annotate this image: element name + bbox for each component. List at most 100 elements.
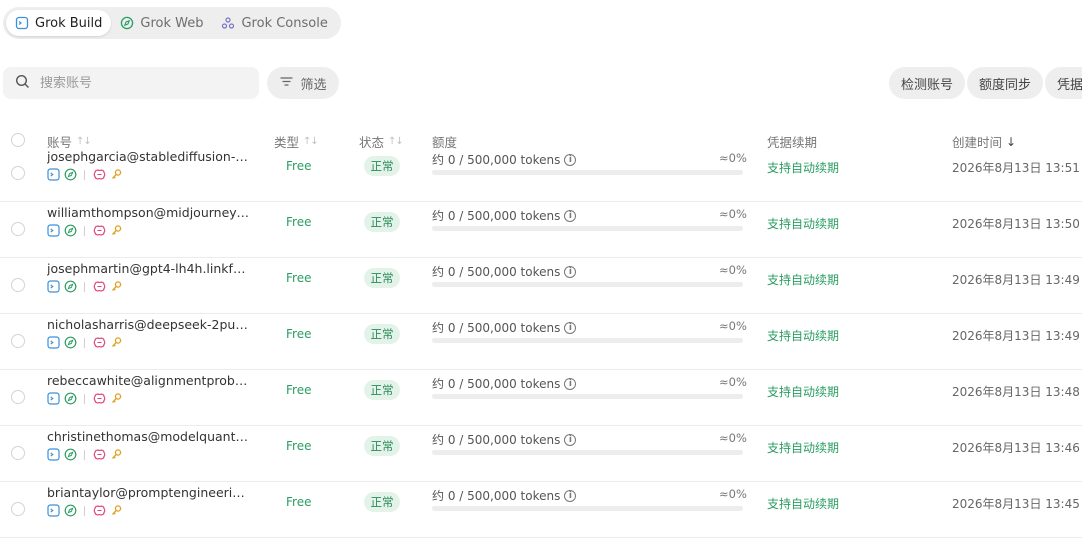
info-icon[interactable]: i: [564, 321, 577, 334]
account-type: Free: [286, 439, 312, 453]
info-icon[interactable]: i: [564, 209, 577, 222]
created-time: 2026年8月13日 13:45: [952, 497, 1080, 511]
info-icon[interactable]: i: [564, 433, 577, 446]
capability-icons: [47, 448, 123, 461]
divider: [84, 337, 85, 348]
quota-progress-bar: [432, 394, 743, 399]
quota-text-wrap: 约 0 / 500,000 tokens i: [432, 319, 577, 336]
product-tabs: Grok Build Grok Web Grok Console: [3, 7, 341, 39]
row-checkbox[interactable]: [11, 502, 25, 516]
key-icon: [110, 336, 123, 349]
quota-text: 约 0 / 500,000 tokens: [432, 153, 561, 167]
row-checkbox[interactable]: [11, 334, 25, 348]
header-status[interactable]: 状态 ↑↓: [359, 132, 404, 151]
table-row[interactable]: christinethomas@modelquantiza... Free 正常 约 …: [0, 426, 1082, 482]
created-time: 2026年8月13日 13:51: [952, 161, 1080, 175]
info-icon[interactable]: i: [564, 377, 577, 390]
table-row[interactable]: williamthompson@midjourney-e... Free 正常 约 0…: [0, 202, 1082, 258]
tab-label: Grok Build: [35, 15, 103, 31]
header-status-label: 状态: [359, 135, 385, 150]
table-row[interactable]: nicholasharris@deepseek-2pus.c... Free 正常 约…: [0, 314, 1082, 370]
header-renewal-label: 凭据续期: [767, 135, 818, 150]
quota-text: 约 0 / 500,000 tokens: [432, 265, 561, 279]
created-time: 2026年8月13日 13:48: [952, 385, 1080, 399]
header-type[interactable]: 类型 ↑↓: [274, 132, 319, 151]
key-icon: [110, 224, 123, 237]
account-email: nicholasharris@deepseek-2pus.c...: [47, 317, 249, 332]
renewal-status: 支持自动续期: [767, 441, 840, 455]
created-time: 2026年8月13日 13:46: [952, 441, 1080, 455]
created-time: 2026年8月13日 13:50: [952, 217, 1080, 231]
filter-icon: [279, 74, 294, 93]
quota-text-wrap: 约 0 / 500,000 tokens i: [432, 207, 577, 224]
search-input[interactable]: [38, 74, 242, 92]
quota-sync-button[interactable]: 额度同步: [967, 67, 1044, 99]
account-type: Free: [286, 495, 312, 509]
brain-icon: [93, 392, 106, 405]
account-type: Free: [286, 159, 312, 173]
account-type: Free: [286, 327, 312, 341]
row-checkbox[interactable]: [11, 278, 25, 292]
table-row[interactable]: josephmartin@gpt4-lh4h.linkfoai... Free 正常…: [0, 258, 1082, 314]
key-icon: [110, 392, 123, 405]
tab-grok-build[interactable]: Grok Build: [6, 10, 112, 36]
compass-icon: [64, 392, 77, 405]
info-icon[interactable]: i: [564, 265, 577, 278]
quota-percent: ≈0%: [719, 375, 747, 389]
select-all-checkbox[interactable]: [11, 133, 25, 147]
build-icon: [47, 224, 60, 237]
quota-text-wrap: 约 0 / 500,000 tokens i: [432, 487, 577, 504]
table-row[interactable]: briantaylor@promptengineering... Free 正常 约 …: [0, 482, 1082, 538]
account-email: briantaylor@promptengineering...: [47, 485, 249, 500]
tab-grok-console[interactable]: Grok Console: [212, 10, 336, 36]
quota-text-wrap: 约 0 / 500,000 tokens i: [432, 263, 577, 280]
table-row[interactable]: josephgarcia@stablediffusion-58... Free 正常…: [0, 149, 1082, 202]
divider: [84, 169, 85, 180]
tab-label: Grok Web: [140, 15, 204, 31]
tab-label: Grok Console: [241, 15, 328, 31]
compass-icon: [64, 336, 77, 349]
quota-text: 约 0 / 500,000 tokens: [432, 321, 561, 335]
tab-grok-web[interactable]: Grok Web: [111, 10, 212, 36]
build-icon: [15, 16, 29, 30]
account-type: Free: [286, 383, 312, 397]
renewal-status: 支持自动续期: [767, 329, 840, 343]
quota-percent: ≈0%: [719, 207, 747, 221]
filter-button[interactable]: 筛选: [267, 67, 339, 99]
check-accounts-button[interactable]: 检测账号: [889, 67, 966, 99]
table-row[interactable]: rebeccawhite@alignmentproble... Free 正常 约 0…: [0, 370, 1082, 426]
quota-percent: ≈0%: [719, 431, 747, 445]
row-checkbox[interactable]: [11, 390, 25, 404]
quota-text: 约 0 / 500,000 tokens: [432, 209, 561, 223]
quota-percent: ≈0%: [719, 319, 747, 333]
row-checkbox[interactable]: [11, 222, 25, 236]
filter-label: 筛选: [300, 77, 327, 93]
account-email: williamthompson@midjourney-e...: [47, 205, 249, 220]
account-email: josephmartin@gpt4-lh4h.linkfoai...: [47, 261, 249, 276]
info-icon[interactable]: i: [564, 153, 577, 166]
row-checkbox[interactable]: [11, 446, 25, 460]
quota-text-wrap: 约 0 / 500,000 tokens i: [432, 375, 577, 392]
capability-icons: [47, 392, 123, 405]
status-badge: 正常: [364, 268, 400, 288]
header-created[interactable]: 创建时间 ↓: [952, 132, 1016, 151]
status-badge: 正常: [364, 380, 400, 400]
header-type-label: 类型: [274, 135, 300, 150]
quota-progress-bar: [432, 282, 743, 287]
info-icon[interactable]: i: [564, 489, 577, 502]
status-badge: 正常: [364, 436, 400, 456]
brain-icon: [93, 168, 106, 181]
capability-icons: [47, 336, 123, 349]
compass-icon: [64, 224, 77, 237]
sort-icon: ↑↓: [303, 136, 319, 147]
console-icon: [221, 16, 235, 30]
compass-icon: [120, 16, 134, 30]
status-badge: 正常: [364, 324, 400, 344]
account-email: josephgarcia@stablediffusion-58...: [47, 149, 249, 164]
brain-icon: [93, 504, 106, 517]
account-type: Free: [286, 215, 312, 229]
credentials-button[interactable]: 凭据: [1045, 67, 1082, 99]
row-checkbox[interactable]: [11, 166, 25, 180]
header-quota-label: 额度: [432, 135, 458, 150]
search-box: [3, 67, 259, 99]
